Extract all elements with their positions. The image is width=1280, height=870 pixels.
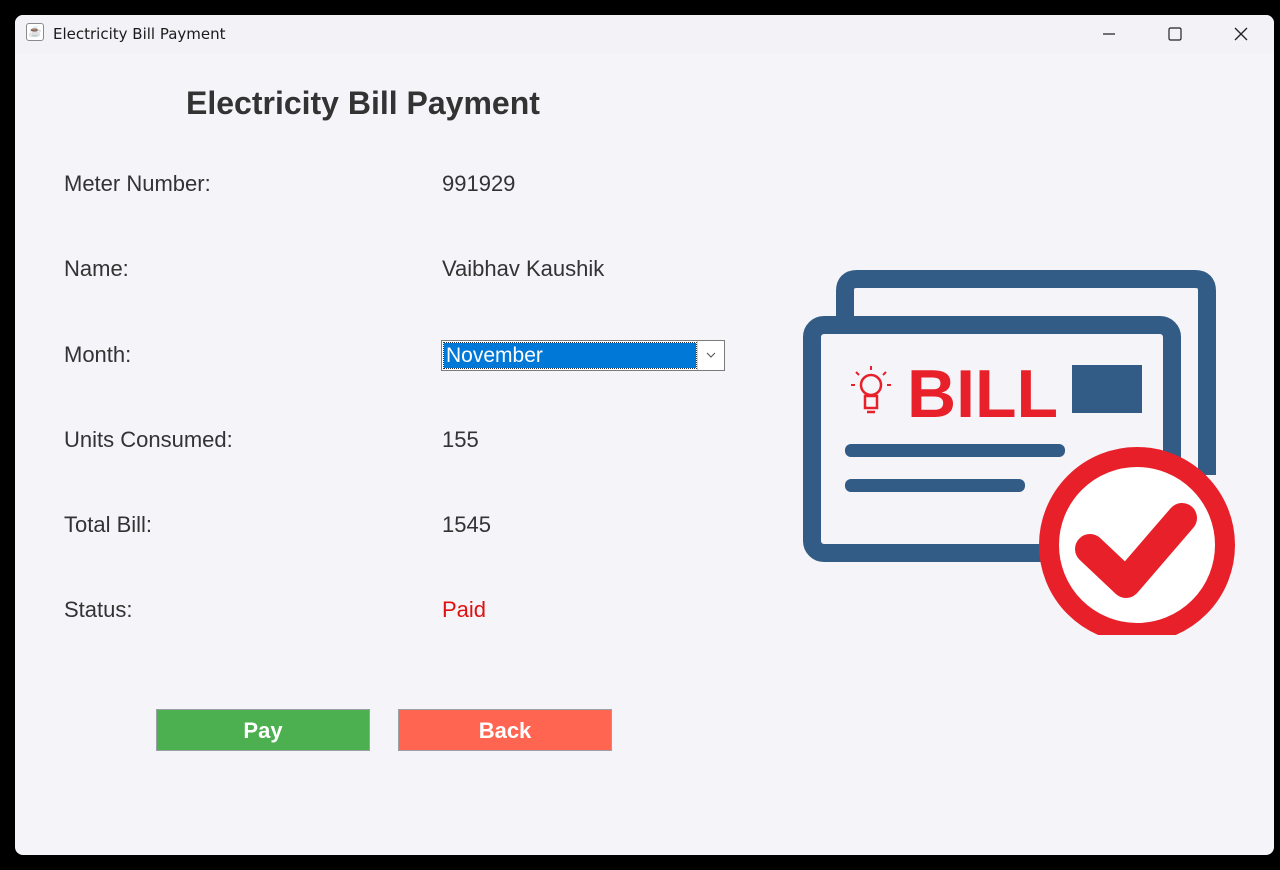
meter-number-value: 991929 xyxy=(442,171,516,196)
total-bill-value: 1545 xyxy=(442,512,491,537)
back-button[interactable]: Back xyxy=(398,709,612,751)
maximize-icon xyxy=(1168,27,1182,41)
status-value: Paid xyxy=(442,597,487,622)
java-app-icon: ☕ xyxy=(26,23,44,41)
status-label: Status: xyxy=(64,597,133,622)
bill-paid-illustration: BILL xyxy=(803,270,1235,635)
month-dropdown[interactable]: November xyxy=(441,340,725,371)
month-selected-value: November xyxy=(443,342,697,369)
name-label: Name: xyxy=(64,256,129,281)
app-window: ☕ Electricity Bill Payment Electricity B… xyxy=(15,15,1274,855)
minimize-icon xyxy=(1103,33,1115,35)
month-label: Month: xyxy=(64,342,132,367)
maximize-button[interactable] xyxy=(1142,15,1208,53)
name-value: Vaibhav Kaushik xyxy=(442,256,605,281)
checkmark-circle-icon xyxy=(1039,447,1235,635)
close-button[interactable] xyxy=(1208,15,1274,53)
pay-button[interactable]: Pay xyxy=(156,709,370,751)
minimize-button[interactable] xyxy=(1076,15,1142,53)
title-bar[interactable]: ☕ Electricity Bill Payment xyxy=(15,15,1274,53)
bill-logo-text: BILL xyxy=(907,356,1058,432)
window-title: Electricity Bill Payment xyxy=(53,25,226,43)
total-bill-label: Total Bill: xyxy=(64,512,153,537)
units-consumed-label: Units Consumed: xyxy=(64,427,233,452)
chevron-down-icon xyxy=(706,352,716,358)
close-icon xyxy=(1234,27,1248,41)
dropdown-arrow[interactable] xyxy=(697,341,724,370)
meter-number-label: Meter Number: xyxy=(64,171,211,196)
page-title: Electricity Bill Payment xyxy=(186,85,540,121)
units-consumed-value: 155 xyxy=(442,427,479,452)
